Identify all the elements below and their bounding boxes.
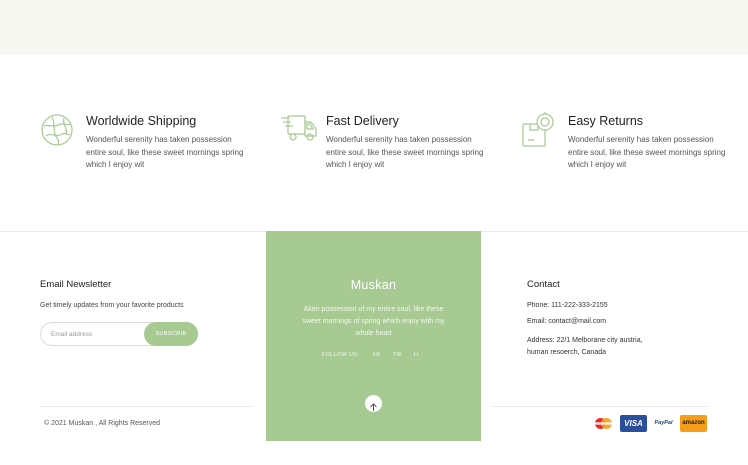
- feature-description: Wonderful serenity has taken possession …: [326, 135, 484, 169]
- feature-title: Easy Returns: [568, 114, 644, 128]
- newsletter-text: Get timely updates from your favorite pr…: [40, 302, 184, 309]
- contact-email: Email: contact@mail.com: [527, 318, 607, 325]
- brand-name: Muskan: [350, 278, 397, 292]
- delivery-truck-icon: [280, 112, 317, 148]
- email-input[interactable]: [51, 328, 143, 340]
- subscribe-button[interactable]: SUBSCRIB: [144, 322, 198, 346]
- visa-icon: VISA: [620, 415, 647, 432]
- subscribe-form: SUBSCRIB: [40, 322, 198, 346]
- copyright-text: © 2021 Muskan , All Rights Reserved: [44, 420, 161, 427]
- back-to-top-button[interactable]: [365, 395, 382, 412]
- bottom-divider-right: [492, 406, 708, 407]
- return-box-icon: [522, 112, 558, 148]
- globe-icon: [40, 112, 76, 148]
- feature-description: Wonderful serenity has taken possession …: [568, 135, 726, 169]
- feature-description: Wonderful serenity has taken possession …: [86, 135, 244, 169]
- feature-title: Worldwide Shipping: [86, 114, 197, 128]
- arrow-up-icon: [369, 399, 378, 411]
- social-link-tw[interactable]: TW: [393, 352, 402, 358]
- paypal-icon: PayPal: [654, 420, 673, 426]
- follow-us-label: FOLLOW US:: [322, 352, 359, 358]
- contact-phone: Phone: 111-222-333-2155: [527, 302, 608, 309]
- social-link-li[interactable]: LI: [414, 352, 419, 358]
- feature-title: Fast Delivery: [326, 114, 399, 128]
- mastercard-icon: [590, 415, 617, 432]
- brand-panel: Muskan Aken possession of my entire soul…: [266, 231, 481, 441]
- contact-title: Contact: [527, 279, 560, 290]
- newsletter-title: Email Newsletter: [40, 279, 112, 290]
- bottom-divider-left: [40, 406, 254, 407]
- brand-description: Aken possession of my entire soul, like …: [302, 306, 445, 337]
- contact-address-line1: Address: 22/1 Melborane city austria,: [527, 337, 643, 344]
- contact-address-line2: human resoerch, Canada: [527, 349, 606, 356]
- social-link-fb[interactable]: FB: [373, 352, 380, 358]
- amazon-icon: amazon: [680, 415, 707, 432]
- top-band: [0, 0, 748, 55]
